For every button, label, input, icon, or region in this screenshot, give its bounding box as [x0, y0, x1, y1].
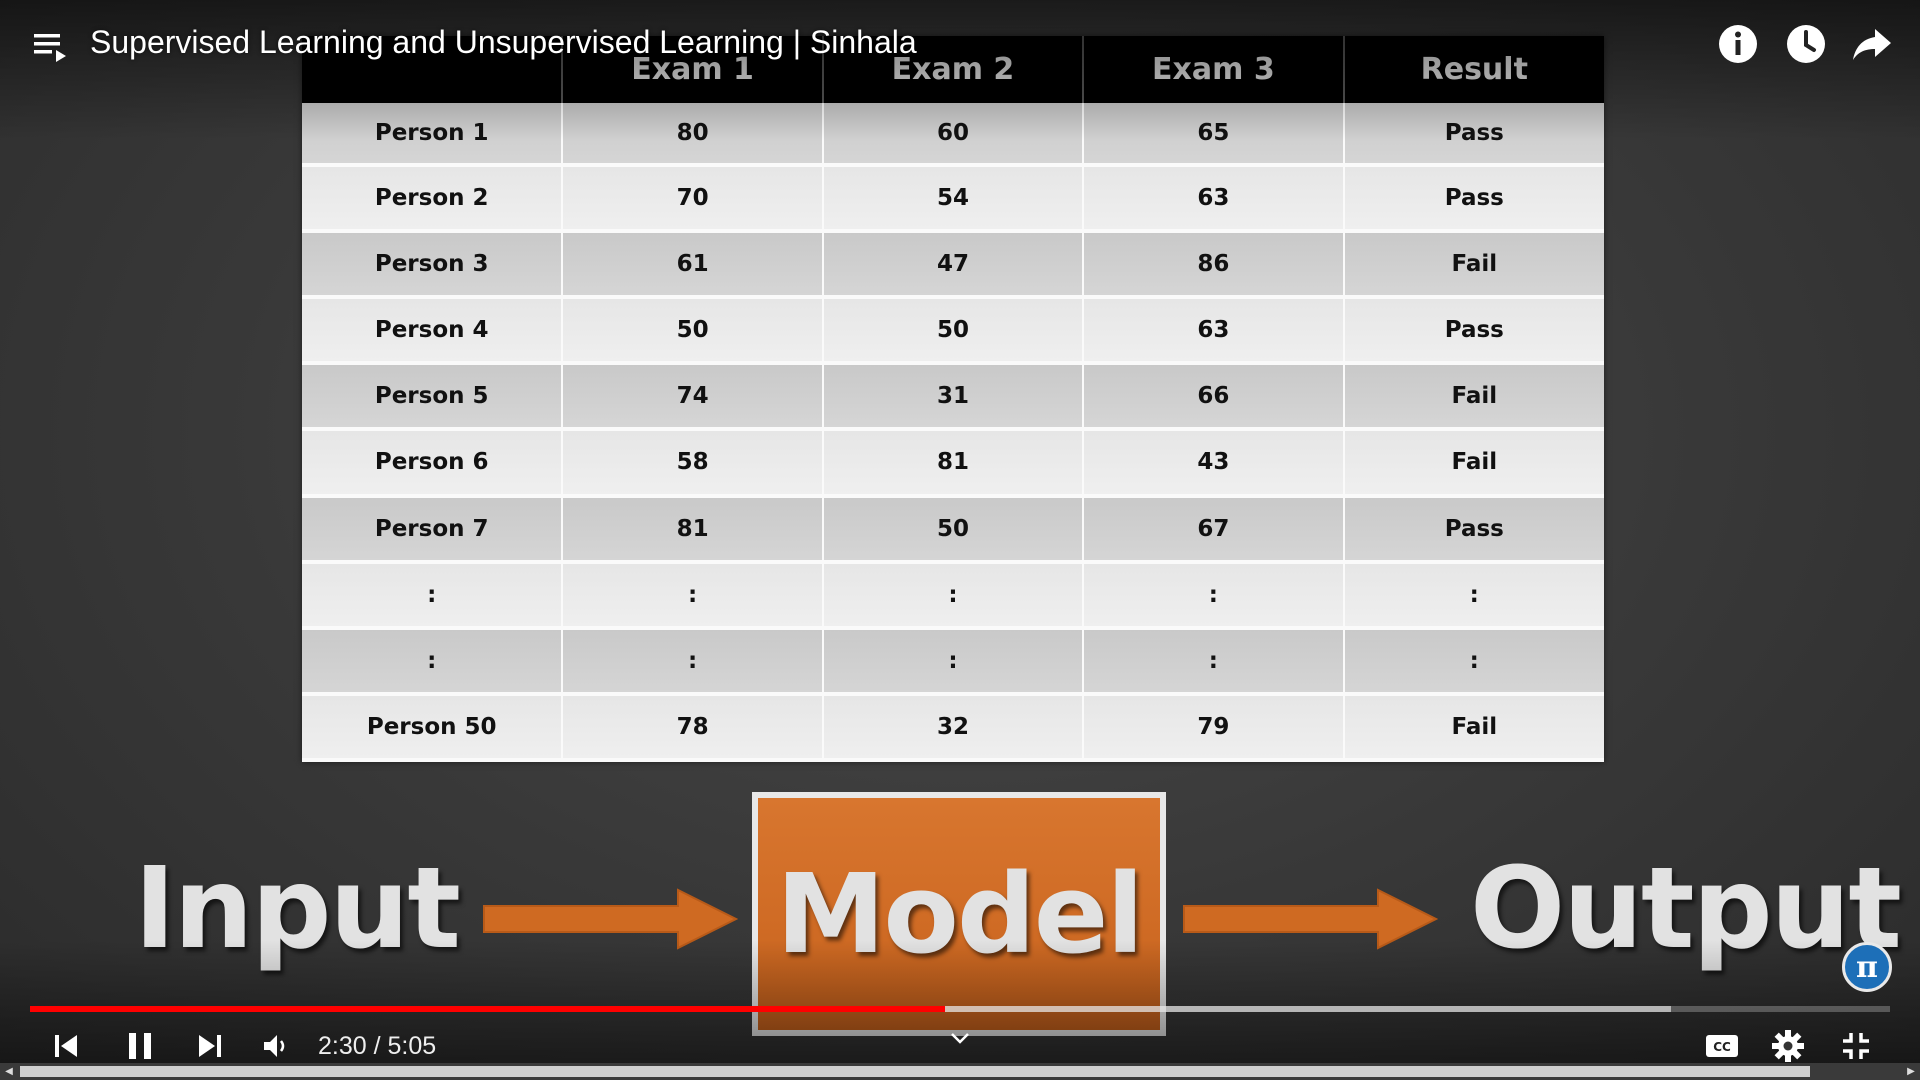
table-cell: :: [1343, 561, 1604, 630]
table-cell: :: [562, 627, 824, 696]
table-row: Person 5 74 31 66 Fail: [302, 363, 1604, 432]
table-cell: 78: [562, 693, 824, 763]
scroll-right-arrow[interactable]: ▶: [1904, 1063, 1918, 1080]
info-icon[interactable]: [1714, 20, 1762, 68]
video-title[interactable]: Supervised Learning and Unsupervised Lea…: [90, 24, 917, 61]
table-cell: 58: [562, 429, 824, 498]
table-cell: 43: [1083, 429, 1345, 498]
output-label: Output: [1470, 844, 1902, 974]
table-cell: 47: [822, 231, 1085, 300]
table-cell: 80: [562, 103, 824, 167]
table-cell: 66: [1083, 363, 1345, 432]
input-label: Input: [134, 844, 461, 974]
scrollbar-thumb[interactable]: [20, 1066, 1810, 1077]
player-top-bar: Supervised Learning and Unsupervised Lea…: [0, 0, 1920, 90]
table-cell: 86: [1083, 231, 1345, 300]
table-cell: Pass: [1343, 297, 1604, 366]
table-cell: Fail: [1343, 231, 1604, 300]
table-cell: :: [822, 561, 1085, 630]
table-cell: Person 4: [302, 297, 564, 366]
table-cell: Person 7: [302, 495, 564, 564]
table-cell: 67: [1083, 495, 1345, 564]
channel-badge[interactable]: π: [1842, 942, 1892, 992]
played-bar: [30, 1006, 945, 1012]
table-cell: Fail: [1343, 429, 1604, 498]
table-cell: :: [302, 627, 564, 696]
table-cell: Fail: [1343, 693, 1604, 763]
table-row: Person 1 80 60 65 Pass: [302, 103, 1604, 167]
table-cell: Person 3: [302, 231, 564, 300]
share-icon[interactable]: [1848, 20, 1896, 68]
table-row: Person 7 81 50 67 Pass: [302, 495, 1604, 564]
time-display: 2:30 / 5:05: [318, 1032, 437, 1060]
input-arrow: [483, 888, 738, 950]
model-label: Model: [775, 850, 1144, 978]
scroll-left-arrow[interactable]: ◀: [2, 1063, 16, 1080]
table-cell: 63: [1083, 297, 1345, 366]
data-table-slide: Exam 1 Exam 2 Exam 3 Result Person 1 80 60 65 P…: [302, 36, 1604, 763]
table-body: Person 1 80 60 65 Pass Person 2 70 54 63 Pass Pers…: [302, 103, 1604, 763]
table-cell: 50: [562, 297, 824, 366]
table-cell: Person 2: [302, 164, 564, 234]
progress-bar[interactable]: [30, 1006, 1890, 1012]
table-cell: Person 1: [302, 103, 564, 167]
table-cell: 60: [822, 103, 1085, 167]
table-row: :::::: [302, 561, 1604, 630]
table-cell: 81: [822, 429, 1085, 498]
table-cell: :: [1343, 627, 1604, 696]
table-cell: 61: [562, 231, 824, 300]
playlist-icon[interactable]: [26, 22, 74, 70]
table-cell: 81: [562, 495, 824, 564]
table-row: Person 3 61 47 86 Fail: [302, 231, 1604, 300]
table-cell: Person 6: [302, 429, 564, 498]
svg-text:CC: CC: [1713, 1040, 1731, 1054]
table-cell: Person 5: [302, 363, 564, 432]
table-cell: :: [822, 627, 1085, 696]
table-cell: Fail: [1343, 363, 1604, 432]
table-cell: Pass: [1343, 103, 1604, 167]
table-cell: Pass: [1343, 495, 1604, 564]
table-cell: :: [1083, 627, 1345, 696]
table-cell: :: [302, 561, 564, 630]
table-cell: 32: [822, 693, 1085, 763]
table-cell: 50: [822, 297, 1085, 366]
chevron-down-icon[interactable]: [948, 1030, 972, 1046]
table-row: Person 6 58 81 43 Fail: [302, 429, 1604, 498]
exam-results-table: Exam 1 Exam 2 Exam 3 Result Person 1 80 60 65 P…: [302, 36, 1604, 763]
watch-later-icon[interactable]: [1782, 20, 1830, 68]
table-cell: :: [1083, 561, 1345, 630]
table-cell: 50: [822, 495, 1085, 564]
table-row: Person 50 78 32 79 Fail: [302, 693, 1604, 763]
table-cell: Pass: [1343, 164, 1604, 234]
table-cell: :: [562, 561, 824, 630]
table-cell: 65: [1083, 103, 1345, 167]
table-cell: 79: [1083, 693, 1345, 763]
table-cell: 63: [1083, 164, 1345, 234]
table-cell: Person 50: [302, 693, 564, 763]
table-row: Person 2 70 54 63 Pass: [302, 164, 1604, 234]
horizontal-scrollbar[interactable]: ◀ ▶: [0, 1063, 1920, 1080]
table-cell: 70: [562, 164, 824, 234]
table-cell: 31: [822, 363, 1085, 432]
table-row: Person 4 50 50 63 Pass: [302, 297, 1604, 366]
output-arrow: [1183, 888, 1438, 950]
table-cell: 54: [822, 164, 1085, 234]
model-box: Model: [752, 792, 1166, 1036]
table-row: :::::: [302, 627, 1604, 696]
table-cell: 74: [562, 363, 824, 432]
